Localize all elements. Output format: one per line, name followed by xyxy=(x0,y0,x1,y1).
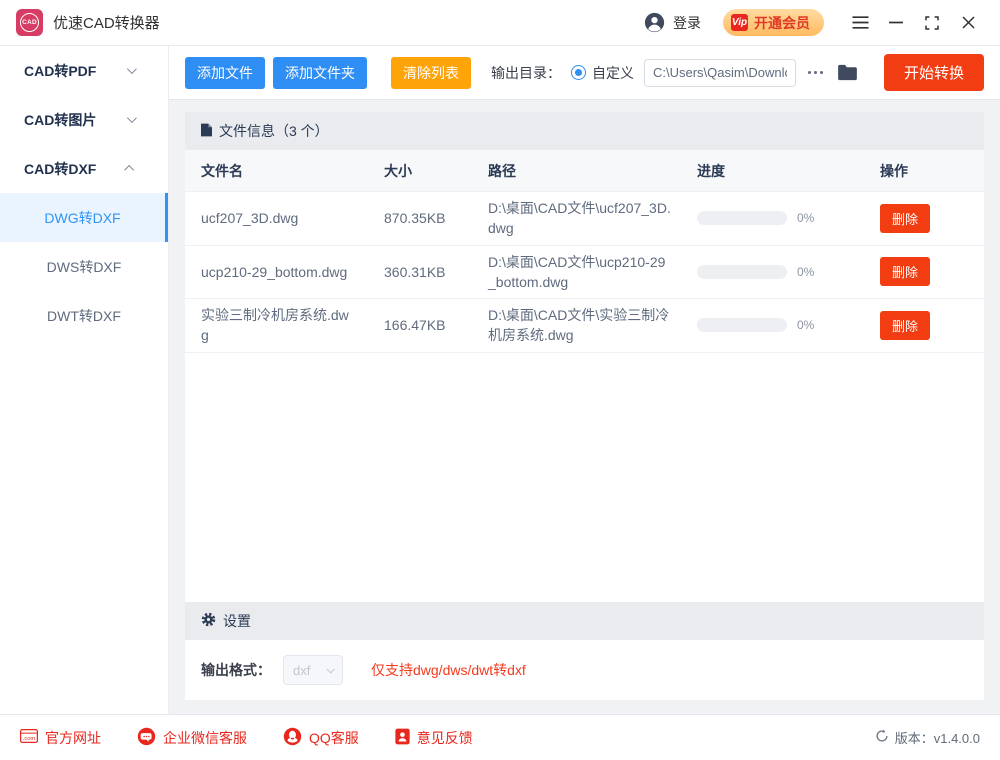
progress-bar xyxy=(697,211,787,225)
progress-label: 0% xyxy=(797,211,814,225)
chevron-down-icon xyxy=(127,64,137,74)
update-refresh-icon[interactable] xyxy=(875,729,889,746)
svg-text:.com: .com xyxy=(23,736,36,742)
output-path-input[interactable] xyxy=(644,59,796,87)
footer: .com 官方网址 企业微信客服 QQ客服 意见反馈 版本：v xyxy=(0,714,1000,760)
browse-more-button[interactable] xyxy=(802,65,829,80)
progress-label: 0% xyxy=(797,265,814,279)
title-right: 登录 Vip 开通会员 xyxy=(644,7,986,39)
menu-icon[interactable] xyxy=(842,7,878,39)
progress-cell: 0% xyxy=(697,211,880,225)
col-size: 大小 xyxy=(384,161,488,181)
titlebar: CAD 优速CAD转换器 登录 Vip 开通会员 xyxy=(0,0,1000,46)
file-panel-header: 文件信息（3 个） xyxy=(185,112,984,150)
sidebar-item-dws-to-dxf[interactable]: DWS转DXF xyxy=(0,242,168,291)
clear-list-button[interactable]: 清除列表 xyxy=(391,57,471,89)
file-size: 870.35KB xyxy=(384,210,488,226)
format-hint-text: 仅支持dwg/dws/dwt转dxf xyxy=(371,660,526,680)
add-folder-button[interactable]: 添加文件夹 xyxy=(273,57,367,89)
delete-button[interactable]: 删除 xyxy=(880,311,930,340)
app-title: 优速CAD转换器 xyxy=(53,12,160,33)
official-website-link[interactable]: .com 官方网址 xyxy=(20,728,101,748)
table-header: 文件名 大小 路径 进度 操作 xyxy=(185,150,984,192)
version-label: 版本：v1.4.0.0 xyxy=(895,728,980,747)
wechat-service-link[interactable]: 企业微信客服 xyxy=(137,727,247,749)
progress-cell: 0% xyxy=(697,265,880,279)
progress-cell: 0% xyxy=(697,318,880,332)
title-left: CAD 优速CAD转换器 xyxy=(16,9,160,36)
feedback-icon xyxy=(395,728,410,748)
settings-panel: 设置 输出格式： dxf 仅支持dwg/dws/dwt转dxf xyxy=(185,602,984,700)
settings-title: 设置 xyxy=(223,611,251,631)
vip-button-label: 开通会员 xyxy=(754,13,810,33)
chevron-up-icon xyxy=(124,165,134,175)
vip-icon: Vip xyxy=(731,14,748,31)
progress-bar xyxy=(697,318,787,332)
col-filename: 文件名 xyxy=(201,161,384,181)
file-name: ucf207_3D.dwg xyxy=(201,208,384,228)
progress-label: 0% xyxy=(797,318,814,332)
sidebar-group-cad-to-dxf[interactable]: CAD转DXF xyxy=(0,144,168,193)
toolbar: 添加文件 添加文件夹 清除列表 输出目录： 自定义 开始转换 xyxy=(169,46,1000,100)
file-size: 360.31KB xyxy=(384,264,488,280)
col-action: 操作 xyxy=(880,161,984,181)
wechat-service-icon xyxy=(137,727,156,749)
login-button[interactable]: 登录 xyxy=(673,13,701,33)
app-logo-icon: CAD xyxy=(16,9,43,36)
file-name: ucp210-29_bottom.dwg xyxy=(201,262,384,282)
table-row: ucf207_3D.dwg 870.35KB D:\桌面\CAD文件\ucf20… xyxy=(185,192,984,246)
table-empty-area xyxy=(185,353,984,602)
table-row: ucp210-29_bottom.dwg 360.31KB D:\桌面\CAD文… xyxy=(185,246,984,300)
sidebar-group-cad-to-image[interactable]: CAD转图片 xyxy=(0,95,168,144)
settings-body: 输出格式： dxf 仅支持dwg/dws/dwt转dxf xyxy=(185,640,984,700)
main-area: 添加文件 添加文件夹 清除列表 输出目录： 自定义 开始转换 xyxy=(169,46,1000,714)
feedback-link[interactable]: 意见反馈 xyxy=(395,728,473,748)
file-path: D:\桌面\CAD文件\ucp210-29_bottom.dwg xyxy=(488,252,697,293)
output-format-value: dxf xyxy=(293,663,310,678)
file-path: D:\桌面\CAD文件\实验三制冷机房系统.dwg xyxy=(488,305,697,346)
progress-bar xyxy=(697,265,787,279)
website-icon: .com xyxy=(20,729,38,746)
output-dir-group: 输出目录： 自定义 开始转换 xyxy=(491,54,984,91)
output-dir-label: 输出目录： xyxy=(491,63,561,83)
gear-icon xyxy=(201,612,216,630)
start-convert-button[interactable]: 开始转换 xyxy=(884,54,984,91)
col-path: 路径 xyxy=(488,161,697,181)
file-panel: 文件信息（3 个） 文件名 大小 路径 进度 操作 ucf207_3D.dwg … xyxy=(185,112,984,602)
file-panel-title: 文件信息（3 个） xyxy=(219,121,329,141)
vip-button[interactable]: Vip 开通会员 xyxy=(723,9,824,36)
output-format-select: dxf xyxy=(283,655,343,685)
file-name: 实验三制冷机房系统.dwg xyxy=(201,305,384,346)
minimize-icon[interactable] xyxy=(878,7,914,39)
version-info: 版本：v1.4.0.0 xyxy=(875,728,980,747)
close-icon[interactable] xyxy=(950,7,986,39)
delete-button[interactable]: 删除 xyxy=(880,257,930,286)
custom-radio[interactable] xyxy=(571,65,586,80)
sidebar: CAD转PDF CAD转图片 CAD转DXF DWG转DXF DWS转DXF D… xyxy=(0,46,169,714)
sidebar-group-cad-to-pdf[interactable]: CAD转PDF xyxy=(0,46,168,95)
delete-button[interactable]: 删除 xyxy=(880,204,930,233)
settings-header: 设置 xyxy=(185,602,984,640)
custom-radio-label: 自定义 xyxy=(592,63,634,83)
sidebar-item-dwt-to-dxf[interactable]: DWT转DXF xyxy=(0,291,168,340)
col-progress: 进度 xyxy=(697,161,880,181)
qq-service-link[interactable]: QQ客服 xyxy=(283,727,359,749)
sidebar-item-dwg-to-dxf[interactable]: DWG转DXF xyxy=(0,193,168,242)
maximize-icon[interactable] xyxy=(914,7,950,39)
app-window: CAD 优速CAD转换器 登录 Vip 开通会员 xyxy=(0,0,1000,760)
content-area: 文件信息（3 个） 文件名 大小 路径 进度 操作 ucf207_3D.dwg … xyxy=(169,100,1000,714)
chevron-down-icon xyxy=(127,113,137,123)
window-controls xyxy=(842,7,986,39)
qq-icon xyxy=(283,727,302,749)
table-row: 实验三制冷机房系统.dwg 166.47KB D:\桌面\CAD文件\实验三制冷… xyxy=(185,299,984,353)
add-file-button[interactable]: 添加文件 xyxy=(185,57,265,89)
user-icon[interactable] xyxy=(644,12,665,33)
chevron-down-icon xyxy=(326,665,334,673)
file-size: 166.47KB xyxy=(384,317,488,333)
file-icon xyxy=(201,123,212,140)
file-path: D:\桌面\CAD文件\ucf207_3D.dwg xyxy=(488,198,697,239)
output-format-label: 输出格式： xyxy=(201,660,271,680)
open-folder-icon[interactable] xyxy=(837,64,858,81)
